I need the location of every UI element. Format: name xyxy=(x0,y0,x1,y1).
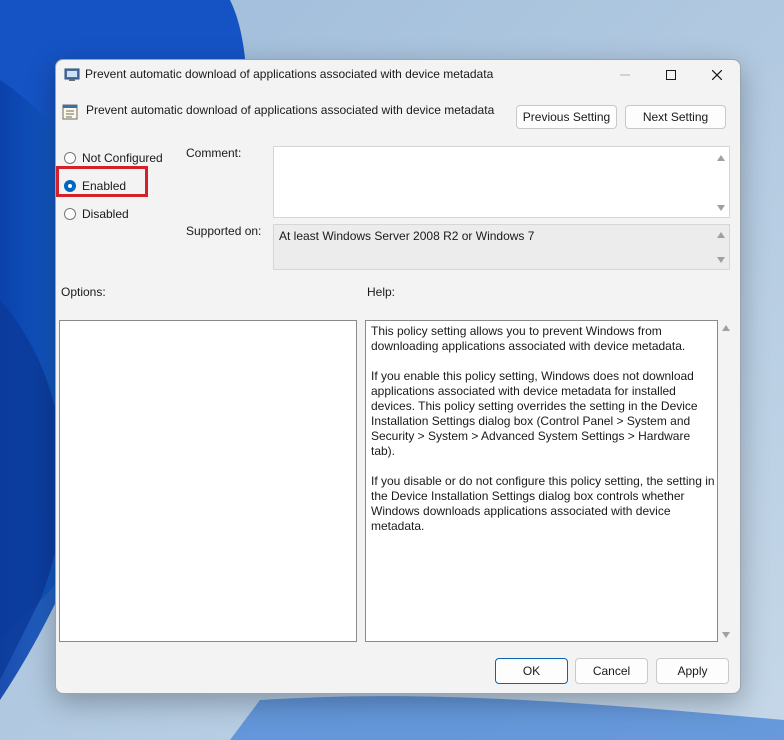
help-paragraph: If you disable or do not configure this … xyxy=(371,474,715,533)
policy-name-heading: Prevent automatic download of applicatio… xyxy=(86,103,495,117)
help-paragraph: This policy setting allows you to preven… xyxy=(371,324,686,353)
supported-on-field: At least Windows Server 2008 R2 or Windo… xyxy=(273,224,730,270)
policy-setting-icon xyxy=(62,104,78,120)
close-button[interactable] xyxy=(694,60,740,90)
scroll-up-arrow-icon[interactable] xyxy=(717,232,725,238)
policy-dialog: Prevent automatic download of applicatio… xyxy=(55,59,741,694)
radio-label: Disabled xyxy=(82,207,129,221)
comment-input[interactable] xyxy=(273,146,730,218)
maximize-icon xyxy=(666,70,676,80)
radio-circle[interactable] xyxy=(64,152,76,164)
radio-not-configured[interactable]: Not Configured xyxy=(64,150,163,166)
apply-button[interactable]: Apply xyxy=(656,658,729,684)
enabled-highlight-box xyxy=(56,166,148,197)
options-panel xyxy=(59,320,357,642)
window-title: Prevent automatic download of applicatio… xyxy=(85,67,494,81)
radio-disabled[interactable]: Disabled xyxy=(64,206,129,222)
scroll-down-arrow-icon[interactable] xyxy=(717,257,725,263)
cancel-button[interactable]: Cancel xyxy=(575,658,648,684)
comment-label: Comment: xyxy=(186,146,242,160)
options-label: Options: xyxy=(61,285,106,299)
ok-button[interactable]: OK xyxy=(495,658,568,684)
supported-on-value: At least Windows Server 2008 R2 or Windo… xyxy=(279,229,535,243)
title-bar: Prevent automatic download of applicatio… xyxy=(56,60,740,90)
scroll-down-arrow-icon[interactable] xyxy=(717,205,725,211)
help-scroll-up-icon[interactable] xyxy=(722,325,730,331)
supported-on-label: Supported on: xyxy=(186,224,262,238)
help-text: This policy setting allows you to preven… xyxy=(371,324,716,549)
group-policy-icon xyxy=(64,68,80,81)
scroll-up-arrow-icon[interactable] xyxy=(717,155,725,161)
minimize-button[interactable] xyxy=(602,60,648,90)
help-paragraph: If you enable this policy setting, Windo… xyxy=(371,369,698,458)
minimize-icon xyxy=(620,74,630,76)
radio-label: Not Configured xyxy=(82,151,163,165)
help-panel: This policy setting allows you to preven… xyxy=(365,320,718,642)
next-setting-button[interactable]: Next Setting xyxy=(625,105,726,129)
previous-setting-button[interactable]: Previous Setting xyxy=(516,105,617,129)
help-label: Help: xyxy=(367,285,396,299)
close-icon xyxy=(712,70,722,80)
maximize-button[interactable] xyxy=(648,60,694,90)
help-scroll-down-icon[interactable] xyxy=(722,632,730,638)
radio-circle[interactable] xyxy=(64,208,76,220)
